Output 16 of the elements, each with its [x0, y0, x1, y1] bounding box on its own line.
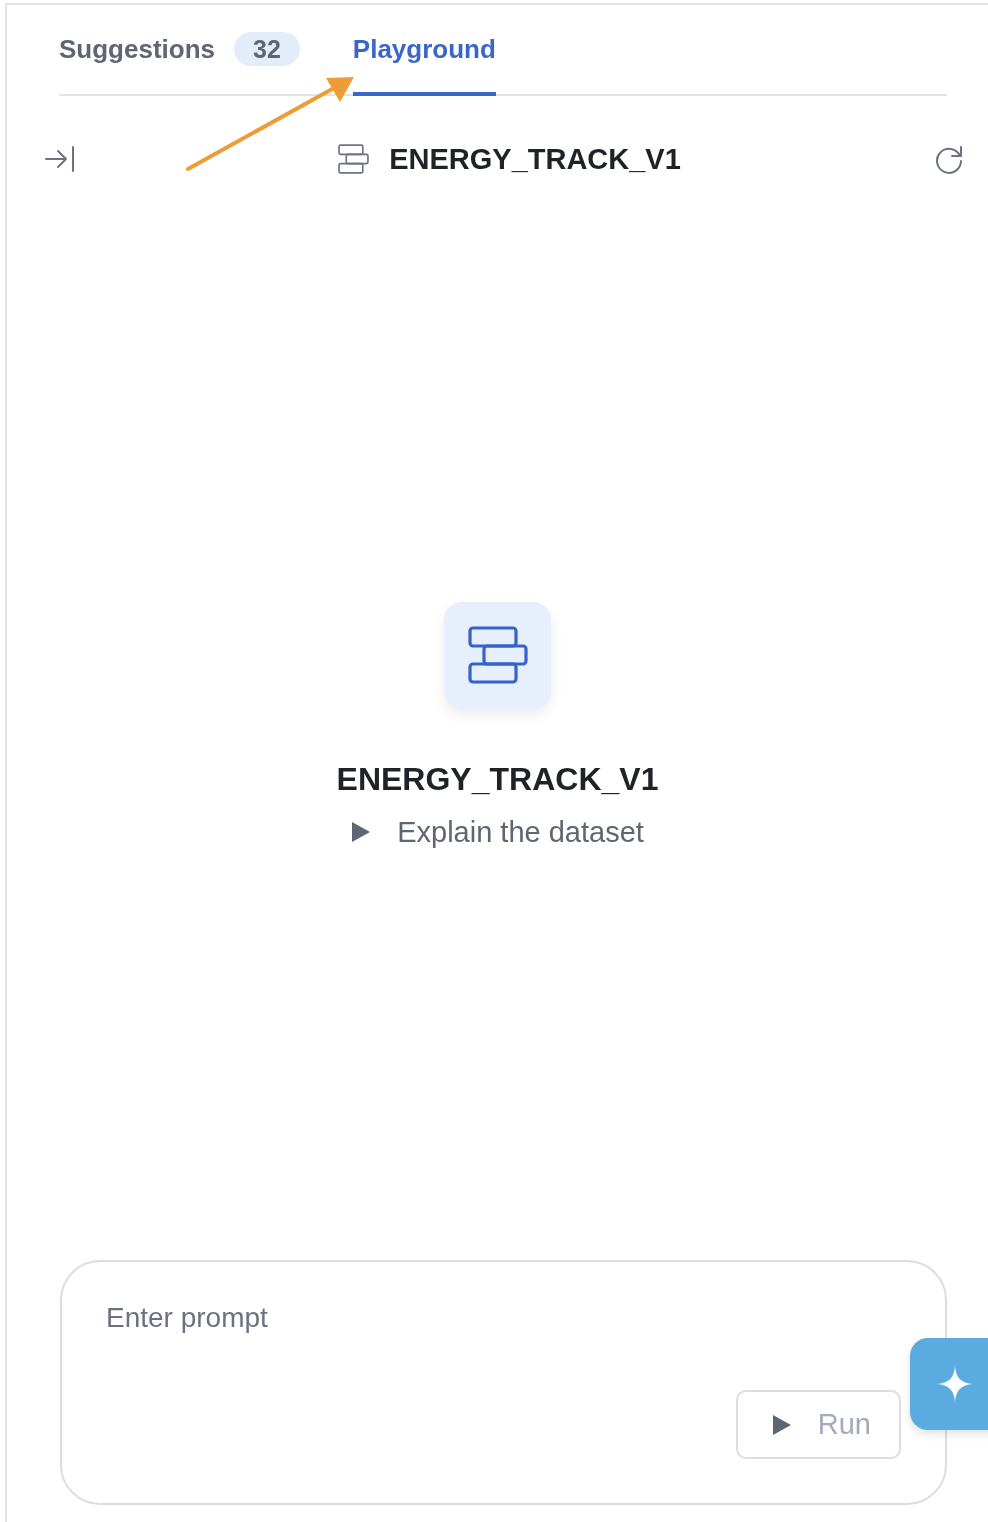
play-icon — [351, 821, 372, 843]
arrow-to-line-icon — [45, 145, 75, 173]
play-icon — [771, 1413, 792, 1436]
dataset-title: ENERGY_TRACK_V1 — [389, 142, 681, 176]
dataset-icon — [466, 626, 529, 684]
sparkle-icon — [937, 1366, 973, 1402]
dataset-heading: ENERGY_TRACK_V1 — [336, 760, 659, 798]
suggestion-button[interactable]: Explain the dataset — [351, 815, 644, 849]
count-badge: 32 — [234, 32, 300, 66]
refresh-button[interactable] — [934, 144, 964, 174]
sparkle-button[interactable] — [910, 1338, 988, 1430]
tab[interactable]: Playground — [352, 12, 496, 96]
refresh-icon — [934, 144, 964, 174]
collapse-button[interactable] — [45, 145, 75, 173]
tab[interactable]: Suggestions 32 — [59, 12, 300, 96]
dataset-icon — [338, 144, 370, 174]
